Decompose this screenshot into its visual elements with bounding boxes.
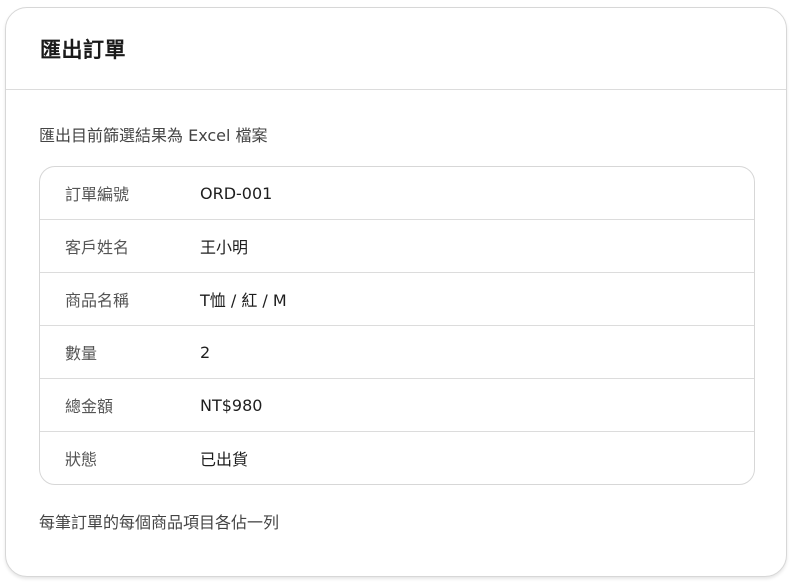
row-value: NT$980 <box>200 395 263 415</box>
export-preview-table: 訂單編號 ORD-001 客戶姓名 王小明 商品名稱 T恤 / 紅 / M 數量… <box>39 166 755 485</box>
row-value: ORD-001 <box>200 183 273 203</box>
row-label: 商品名稱 <box>65 291 130 310</box>
dialog-description: 匯出目前篩選結果為 Excel 檔案 <box>39 126 268 145</box>
dialog-header: 匯出訂單 <box>6 8 786 90</box>
row-value: T恤 / 紅 / M <box>200 291 287 310</box>
row-value: 已出貨 <box>200 450 249 469</box>
row-label: 客戶姓名 <box>65 238 130 257</box>
dialog-footnote: 每筆訂單的每個商品項目各佔一列 <box>39 513 280 532</box>
row-label: 狀態 <box>65 450 98 469</box>
row-value: 王小明 <box>200 238 249 257</box>
dialog-body: 匯出目前篩選結果為 Excel 檔案 訂單編號 ORD-001 客戶姓名 王小明… <box>6 126 786 533</box>
row-label: 訂單編號 <box>65 185 130 204</box>
dialog-title: 匯出訂單 <box>40 37 126 62</box>
row-value: 2 <box>200 342 211 362</box>
preview-row-product-name: 商品名稱 T恤 / 紅 / M <box>40 273 754 326</box>
preview-row-status: 狀態 已出貨 <box>40 432 754 484</box>
preview-row-total-amount: 總金額 NT$980 <box>40 379 754 432</box>
preview-row-quantity: 數量 2 <box>40 326 754 379</box>
preview-row-order-id: 訂單編號 ORD-001 <box>40 167 754 220</box>
export-dialog: 匯出訂單 匯出目前篩選結果為 Excel 檔案 訂單編號 ORD-001 客戶姓… <box>5 7 787 577</box>
row-label: 數量 <box>65 344 98 363</box>
preview-row-customer-name: 客戶姓名 王小明 <box>40 220 754 273</box>
row-label: 總金額 <box>65 397 114 416</box>
